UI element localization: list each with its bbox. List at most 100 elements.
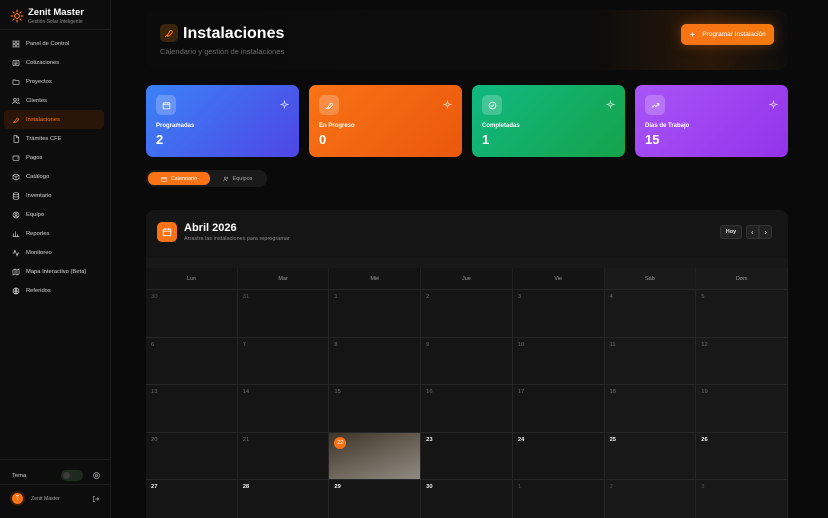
theme-toggle[interactable] bbox=[61, 470, 83, 481]
stat-value: 0 bbox=[319, 132, 327, 147]
calendar-day-cell[interactable]: 13 bbox=[146, 385, 238, 432]
calendar-day-cell[interactable]: 31 bbox=[237, 290, 330, 337]
calendar-day-cell[interactable]: 9 bbox=[421, 337, 513, 384]
theme-row: Tema bbox=[12, 470, 101, 481]
calendar-day-cell[interactable]: 24 bbox=[512, 432, 605, 479]
sun-icon bbox=[10, 9, 24, 23]
header-icon-box bbox=[160, 24, 178, 42]
calendar-day-cell[interactable]: 21 bbox=[237, 432, 330, 479]
box-icon bbox=[12, 173, 20, 180]
calendar-day-cell[interactable]: 2 bbox=[421, 290, 513, 337]
theme-label: Tema bbox=[12, 472, 27, 479]
logout-icon[interactable] bbox=[92, 495, 100, 503]
calendar-day-cell[interactable]: 8 bbox=[329, 337, 422, 384]
chevron-left-icon bbox=[751, 230, 754, 234]
calendar-day-cell[interactable]: 20 bbox=[146, 432, 238, 479]
sparkle-icon bbox=[606, 100, 615, 109]
sidebar-item-instalaciones[interactable]: Instalaciones bbox=[4, 110, 104, 129]
next-month-button[interactable] bbox=[759, 225, 772, 239]
calendar-day-cell[interactable]: 26 bbox=[696, 432, 788, 479]
sidebar-item-mapa-interactivo[interactable]: Mapa Interactivo (Beta) bbox=[4, 262, 104, 281]
calendar-panel: Abril 2026 Arrastra las instalaciones pa… bbox=[146, 210, 788, 518]
wrench-icon bbox=[319, 95, 339, 115]
tab-label: Equipos bbox=[232, 175, 253, 182]
tab-equipos[interactable]: Equipos bbox=[210, 172, 265, 185]
prev-month-button[interactable] bbox=[746, 225, 759, 239]
sidebar-item-label: Mapa Interactivo (Beta) bbox=[26, 268, 87, 275]
stat-label: Completadas bbox=[482, 123, 520, 129]
sidebar-item-label: Proyectos bbox=[26, 78, 52, 85]
sidebar-item-cotizaciones[interactable]: Cotizaciones bbox=[4, 53, 104, 72]
calendar-day-cell[interactable]: 3 bbox=[696, 480, 788, 518]
calendar-day-cell[interactable]: 1 bbox=[512, 480, 605, 518]
sidebar-item-equipo[interactable]: Equipo bbox=[4, 205, 104, 224]
calendar-day-cell[interactable]: 23 bbox=[421, 432, 513, 479]
weekday-label: Mar bbox=[237, 268, 330, 289]
calendar-grid: Lun Mar Mié Jue Vie Sáb Dom 30 31 1 2 3 … bbox=[146, 268, 788, 518]
team-icon bbox=[12, 211, 20, 218]
user-row[interactable]: T Zenit Master bbox=[10, 491, 100, 506]
users-icon bbox=[12, 97, 20, 104]
weekday-label: Mié bbox=[329, 268, 422, 289]
calendar-day-cell[interactable]: 12 bbox=[696, 337, 788, 384]
stat-card-dias-de-trabajo[interactable]: Días de Trabajo 15 bbox=[635, 85, 788, 157]
brand-title: Zenit Master bbox=[28, 7, 84, 18]
stat-card-completadas[interactable]: Completadas 1 bbox=[472, 85, 625, 157]
calendar-day-cell[interactable]: 2 bbox=[604, 480, 697, 518]
sidebar-item-proyectos[interactable]: Proyectos bbox=[4, 72, 104, 91]
calendar-day-cell[interactable]: 25 bbox=[604, 432, 697, 479]
folder-icon bbox=[12, 79, 20, 85]
tab-calendario[interactable]: Calendario bbox=[148, 172, 210, 185]
calendar-icon bbox=[161, 176, 167, 182]
brand[interactable]: Zenit Master Gestión Solar Inteligente bbox=[10, 7, 84, 26]
page-subtitle: Calendario y gestión de instalaciones bbox=[160, 47, 285, 56]
calendar-day-cell[interactable]: 15 bbox=[329, 385, 422, 432]
calendar-day-cell[interactable]: 4 bbox=[604, 290, 697, 337]
stat-label: Días de Trabajo bbox=[645, 123, 690, 129]
sidebar-item-label: Clientes bbox=[26, 97, 47, 104]
settings-icon[interactable] bbox=[92, 471, 101, 480]
calendar-day-cell[interactable]: 18 bbox=[604, 385, 697, 432]
chevron-right-icon bbox=[764, 230, 767, 234]
calendar-day-cell[interactable]: 10 bbox=[512, 337, 605, 384]
sidebar-item-catalogo[interactable]: Catálogo bbox=[4, 167, 104, 186]
calendar-day-cell[interactable]: 16 bbox=[421, 385, 513, 432]
calendar-day-cell[interactable]: 6 bbox=[146, 337, 238, 384]
today-button[interactable]: Hoy bbox=[720, 225, 742, 239]
sidebar-item-clientes[interactable]: Clientes bbox=[4, 91, 104, 110]
calendar-day-cell[interactable]: 29 bbox=[329, 480, 422, 518]
sidebar-item-label: Cotizaciones bbox=[26, 59, 60, 66]
stat-card-programadas[interactable]: Programadas 2 bbox=[146, 85, 299, 157]
calendar-week: 20 21 22 23 24 25 26 bbox=[146, 431, 788, 479]
sidebar-item-panel-de-control[interactable]: Panel de Control bbox=[4, 34, 104, 53]
sidebar-item-label: Panel de Control bbox=[26, 40, 70, 47]
calendar-day-cell[interactable]: 5 bbox=[696, 290, 788, 337]
sidebar-item-referidos[interactable]: Referidos bbox=[4, 281, 104, 300]
stat-card-en-progreso[interactable]: En Progreso 0 bbox=[309, 85, 462, 157]
sidebar-item-reportes[interactable]: Reportes bbox=[4, 224, 104, 243]
calendar-day-cell[interactable]: 3 bbox=[512, 290, 605, 337]
calendar-day-cell-today[interactable]: 22 bbox=[329, 432, 422, 479]
users-icon bbox=[222, 176, 228, 181]
calendar-day-cell[interactable]: 7 bbox=[237, 337, 330, 384]
sidebar-item-tramites-cfe[interactable]: Trámites CFE bbox=[4, 129, 104, 148]
sidebar-item-label: Monitoreo bbox=[26, 249, 52, 256]
calendar-day-cell[interactable]: 30 bbox=[146, 290, 238, 337]
sidebar-item-inventario[interactable]: Inventario bbox=[4, 186, 104, 205]
calendar-day-cell[interactable]: 11 bbox=[604, 337, 697, 384]
calendar-day-cell[interactable]: 19 bbox=[696, 385, 788, 432]
calendar-day-cell[interactable]: 14 bbox=[237, 385, 330, 432]
sidebar-item-label: Equipo bbox=[26, 211, 45, 218]
sidebar-item-pagos[interactable]: Pagos bbox=[4, 148, 104, 167]
program-installation-button[interactable]: Programar Instalación bbox=[681, 24, 774, 45]
calendar-day-cell[interactable]: 17 bbox=[512, 385, 605, 432]
check-circle-icon bbox=[482, 95, 502, 115]
map-icon bbox=[12, 267, 20, 276]
calendar-day-cell[interactable]: 27 bbox=[146, 480, 238, 518]
weekday-header: Lun Mar Mié Jue Vie Sáb Dom bbox=[146, 268, 788, 289]
calendar-day-cell[interactable]: 30 bbox=[421, 480, 513, 518]
brand-subtitle: Gestión Solar Inteligente bbox=[28, 19, 83, 25]
calendar-day-cell[interactable]: 28 bbox=[237, 480, 330, 518]
calendar-day-cell[interactable]: 1 bbox=[329, 290, 422, 337]
sidebar-item-monitoreo[interactable]: Monitoreo bbox=[4, 243, 104, 262]
